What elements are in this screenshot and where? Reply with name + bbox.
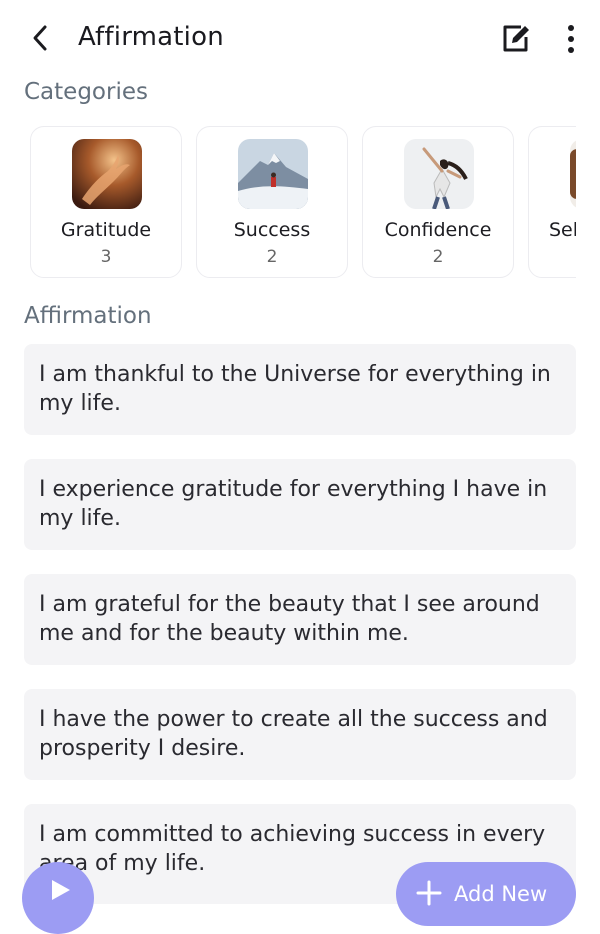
affirmation-text: I experience gratitude for everything I … <box>39 477 548 531</box>
category-image-confidence <box>404 139 474 209</box>
categories-carousel[interactable]: Gratitude 3 Success 2 Confidence 2 Sel <box>0 124 576 282</box>
category-name: Confidence <box>384 219 492 241</box>
add-new-label: Add New <box>454 882 548 906</box>
plus-icon <box>416 880 442 906</box>
affirmation-text: I am thankful to the Universe for everyt… <box>39 362 551 416</box>
affirmation-item[interactable]: I am grateful for the beauty that I see … <box>24 574 576 665</box>
back-button[interactable] <box>22 20 58 56</box>
category-image-partial <box>570 139 576 209</box>
category-card-partial[interactable]: Sel <box>528 126 576 278</box>
category-count: 2 <box>432 247 444 267</box>
category-name: Sel <box>549 219 576 241</box>
affirmations-heading: Affirmation <box>24 303 152 329</box>
app-header: Affirmation <box>0 0 600 78</box>
affirmation-text: I am grateful for the beauty that I see … <box>39 592 540 646</box>
category-image-success <box>238 139 308 209</box>
affirmation-item[interactable]: I have the power to create all the succe… <box>24 689 576 780</box>
category-count: 2 <box>266 247 278 267</box>
add-new-button[interactable]: Add New <box>396 862 576 926</box>
category-count: 3 <box>100 247 112 267</box>
chevron-left-icon <box>33 25 47 51</box>
play-icon <box>52 880 70 900</box>
edit-button[interactable] <box>496 20 534 58</box>
affirmation-item[interactable]: I am thankful to the Universe for everyt… <box>24 344 576 435</box>
category-name: Success <box>233 219 311 241</box>
play-button[interactable] <box>22 862 94 934</box>
category-image-gratitude <box>72 139 142 209</box>
categories-heading: Categories <box>24 79 148 105</box>
more-options-button[interactable] <box>556 20 586 58</box>
edit-note-icon <box>503 25 529 52</box>
page-title: Affirmation <box>78 22 224 52</box>
category-card-gratitude[interactable]: Gratitude 3 <box>30 126 182 278</box>
affirmation-item[interactable]: I experience gratitude for everything I … <box>24 459 576 550</box>
category-name: Gratitude <box>60 219 152 241</box>
more-vertical-icon <box>568 25 574 31</box>
category-card-success[interactable]: Success 2 <box>196 126 348 278</box>
affirmation-text: I have the power to create all the succe… <box>39 707 548 761</box>
category-card-confidence[interactable]: Confidence 2 <box>362 126 514 278</box>
